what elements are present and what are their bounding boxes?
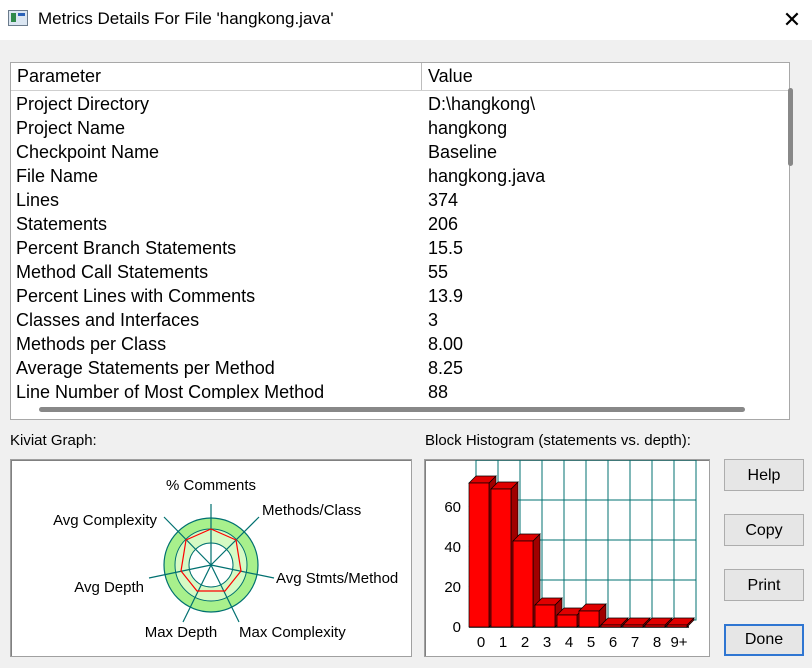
- table-row[interactable]: Lines 374: [11, 189, 789, 213]
- column-divider[interactable]: [421, 63, 422, 90]
- window-title: Metrics Details For File 'hangkong.java': [38, 9, 334, 28]
- done-button[interactable]: Done: [724, 624, 804, 656]
- parameter-cell: Method Call Statements: [16, 262, 209, 282]
- parameter-cell: Classes and Interfaces: [16, 310, 200, 330]
- x-tick-label: 1: [499, 634, 507, 651]
- parameter-cell: Percent Lines with Comments: [16, 286, 256, 306]
- bar-front: [556, 614, 578, 628]
- value-cell: D:\hangkong\: [428, 94, 536, 114]
- axis-label-avg-stmts: Avg Stmts/Method: [276, 570, 398, 587]
- column-header-value[interactable]: Value: [428, 66, 473, 87]
- table-row[interactable]: File Name hangkong.java: [11, 165, 789, 189]
- kiviat-graph-panel: % Comments Methods/Class Avg Stmts/Metho…: [10, 459, 412, 657]
- bar-front: [534, 604, 556, 628]
- axis-label-max-complexity: Max Complexity: [239, 624, 346, 641]
- bar-front: [644, 624, 666, 628]
- print-button[interactable]: Print: [724, 569, 804, 601]
- copy-button[interactable]: Copy: [724, 514, 804, 546]
- value-cell: 88: [428, 382, 449, 399]
- table-row[interactable]: Average Statements per Method 8.25: [11, 357, 789, 381]
- help-button[interactable]: Help: [724, 459, 804, 491]
- table-row[interactable]: Methods per Class 8.00: [11, 333, 789, 357]
- value-cell: 374: [428, 190, 459, 210]
- title-bar: Metrics Details For File 'hangkong.java'…: [0, 0, 812, 40]
- parameter-cell: Statements: [16, 214, 108, 234]
- histogram-bar: [578, 603, 607, 628]
- parameter-cell: Project Name: [16, 118, 126, 138]
- value-cell: Baseline: [428, 142, 498, 162]
- parameter-cell: File Name: [16, 166, 99, 186]
- table-row[interactable]: Percent Branch Statements 15.5: [11, 237, 789, 261]
- block-histogram: 02040600 1 2 3 4 5 6 7 8 9+: [444, 459, 697, 651]
- parameter-cell: Line Number of Most Complex Method: [16, 382, 325, 399]
- axis-label-avg-depth: Avg Depth: [74, 579, 144, 596]
- column-header-parameter[interactable]: Parameter: [17, 66, 101, 87]
- value-cell: hangkong.java: [428, 166, 546, 186]
- x-tick-label: 0: [477, 634, 485, 651]
- parameter-cell: Lines: [16, 190, 60, 210]
- histogram-label: Block Histogram (statements vs. depth):: [425, 432, 691, 449]
- x-tick-label: 4: [565, 634, 573, 651]
- metrics-table: Parameter Value Project Directory D:\hang…: [10, 62, 790, 420]
- bar-front: [490, 488, 512, 628]
- table-row[interactable]: Statements 206: [11, 213, 789, 237]
- bar-front: [578, 610, 600, 628]
- axis-label-methods-class: Methods/Class: [262, 502, 361, 519]
- table-header: Parameter Value: [11, 63, 789, 91]
- parameter-cell: Project Directory: [16, 94, 150, 114]
- y-tick-label: 20: [444, 579, 461, 596]
- table-row[interactable]: Percent Lines with Comments 13.9: [11, 285, 789, 309]
- value-cell: 13.9: [428, 286, 464, 306]
- bar-front: [512, 540, 534, 628]
- bar-front: [666, 624, 688, 628]
- x-tick-label: 8: [653, 634, 661, 651]
- value-cell: 8.00: [428, 334, 464, 354]
- axis-label-avg-complexity: Avg Complexity: [53, 512, 157, 529]
- value-cell: 206: [428, 214, 459, 234]
- bar-front: [468, 482, 490, 628]
- table-row[interactable]: Checkpoint Name Baseline: [11, 141, 789, 165]
- histogram-panel: 0 20 40 60 0 1 2 3 4 5 6 7 8 9+: [424, 459, 710, 657]
- bar-front: [600, 624, 622, 628]
- app-icon[interactable]: [8, 10, 28, 26]
- value-cell: 15.5: [428, 238, 464, 258]
- x-tick-label: 6: [609, 634, 617, 651]
- x-tick-label: 7: [631, 634, 639, 651]
- kiviat-graph: % Comments Methods/Class Avg Stmts/Metho…: [53, 477, 398, 641]
- horizontal-scroll-thumb[interactable]: [39, 407, 745, 412]
- parameter-cell: Methods per Class: [16, 334, 167, 354]
- x-tick-label: 2: [521, 634, 529, 651]
- value-cell: 3: [428, 310, 439, 330]
- axis-label-comments: % Comments: [166, 477, 256, 494]
- table-row[interactable]: Method Call Statements 55: [11, 261, 789, 285]
- table-row[interactable]: Project Directory D:\hangkong\: [11, 93, 789, 117]
- bar-front: [622, 624, 644, 628]
- kiviat-label: Kiviat Graph:: [10, 432, 97, 449]
- axis-label-max-depth: Max Depth: [145, 624, 218, 641]
- table-row[interactable]: Classes and Interfaces 3: [11, 309, 789, 333]
- value-cell: 8.25: [428, 358, 464, 378]
- parameter-cell: Checkpoint Name: [16, 142, 160, 162]
- x-tick-label: 3: [543, 634, 551, 651]
- value-cell: 55: [428, 262, 449, 282]
- close-button[interactable]: ✕: [772, 0, 812, 40]
- table-row[interactable]: Line Number of Most Complex Method 88: [11, 381, 789, 399]
- y-tick-label: 0: [453, 619, 461, 636]
- x-tick-label: 5: [587, 634, 595, 651]
- x-tick-label: 9+: [670, 634, 687, 651]
- y-tick-label: 60: [444, 499, 461, 516]
- table-row[interactable]: Project Name hangkong: [11, 117, 789, 141]
- table-body: Project Directory D:\hangkong\ Project Nam…: [11, 93, 789, 399]
- value-cell: hangkong: [428, 118, 508, 138]
- parameter-cell: Percent Branch Statements: [16, 238, 237, 258]
- parameter-cell: Average Statements per Method: [16, 358, 275, 378]
- vertical-scroll-thumb[interactable]: [788, 88, 793, 166]
- y-tick-label: 40: [444, 539, 461, 556]
